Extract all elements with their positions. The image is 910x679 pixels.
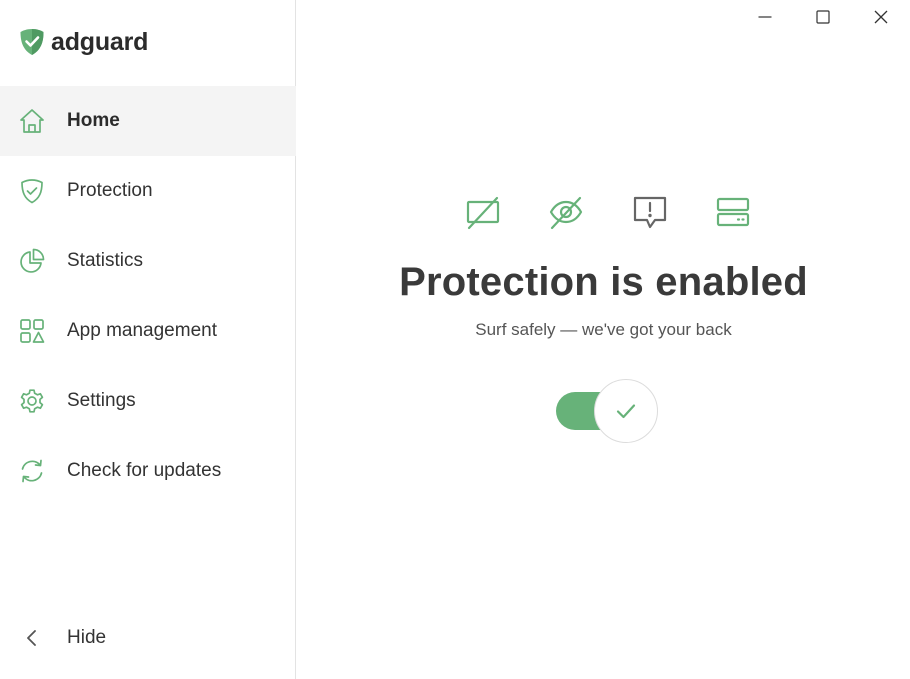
sidebar-item-statistics[interactable]: Statistics: [0, 226, 296, 296]
minimize-icon: [758, 16, 772, 18]
sidebar-item-label: Home: [67, 110, 120, 131]
chevron-left-icon: [27, 630, 36, 646]
close-button[interactable]: [852, 0, 910, 34]
sidebar-item-protection[interactable]: Protection: [0, 156, 296, 226]
adguard-shield-logo-icon: [20, 29, 44, 55]
main-panel: Protection is enabled Surf safely — we'v…: [297, 0, 910, 679]
tracking-hidden-icon: [546, 192, 586, 232]
sidebar-item-settings[interactable]: Settings: [0, 366, 296, 436]
close-icon: [874, 10, 888, 24]
protection-status-title: Protection is enabled: [399, 260, 808, 304]
server-icon: [713, 192, 753, 232]
sidebar-item-app-management[interactable]: App management: [0, 296, 296, 366]
maximize-button[interactable]: [794, 0, 852, 34]
annoyance-icon: [630, 192, 670, 232]
app-name: adguard: [51, 27, 149, 56]
sidebar-item-label: Protection: [67, 180, 153, 201]
sidebar-nav: Home Protection Statistics App managemen…: [0, 86, 296, 506]
sidebar-item-check-for-updates[interactable]: Check for updates: [0, 436, 296, 506]
hide-label: Hide: [67, 627, 107, 648]
checkmark-icon: [616, 404, 636, 419]
app-logo: adguard: [19, 26, 148, 58]
sidebar-item-label: Check for updates: [67, 460, 222, 481]
toggle-knob: [594, 379, 658, 443]
sidebar-item-label: App management: [67, 320, 217, 341]
hide-sidebar-button[interactable]: Hide: [0, 603, 296, 673]
window-controls: [736, 0, 910, 34]
protection-toggle[interactable]: [556, 379, 660, 445]
sidebar-item-home[interactable]: Home: [0, 86, 296, 156]
protection-status-subtitle: Surf safely — we've got your back: [475, 320, 732, 339]
sidebar-item-label: Settings: [67, 390, 136, 411]
app-window: adguard Home Protection Statistics App m…: [0, 0, 910, 679]
ad-blocked-icon: [463, 192, 503, 232]
feature-icons-row: [463, 192, 753, 232]
shield-icon: [18, 177, 46, 205]
refresh-icon: [18, 457, 46, 485]
pie-chart-icon: [18, 247, 46, 275]
sidebar-item-label: Statistics: [67, 250, 144, 271]
grid-shapes-icon: [18, 317, 46, 345]
gear-icon: [18, 387, 46, 415]
maximize-icon: [816, 10, 830, 24]
home-icon: [18, 107, 46, 135]
sidebar: adguard Home Protection Statistics App m…: [0, 0, 296, 679]
minimize-button[interactable]: [736, 0, 794, 34]
